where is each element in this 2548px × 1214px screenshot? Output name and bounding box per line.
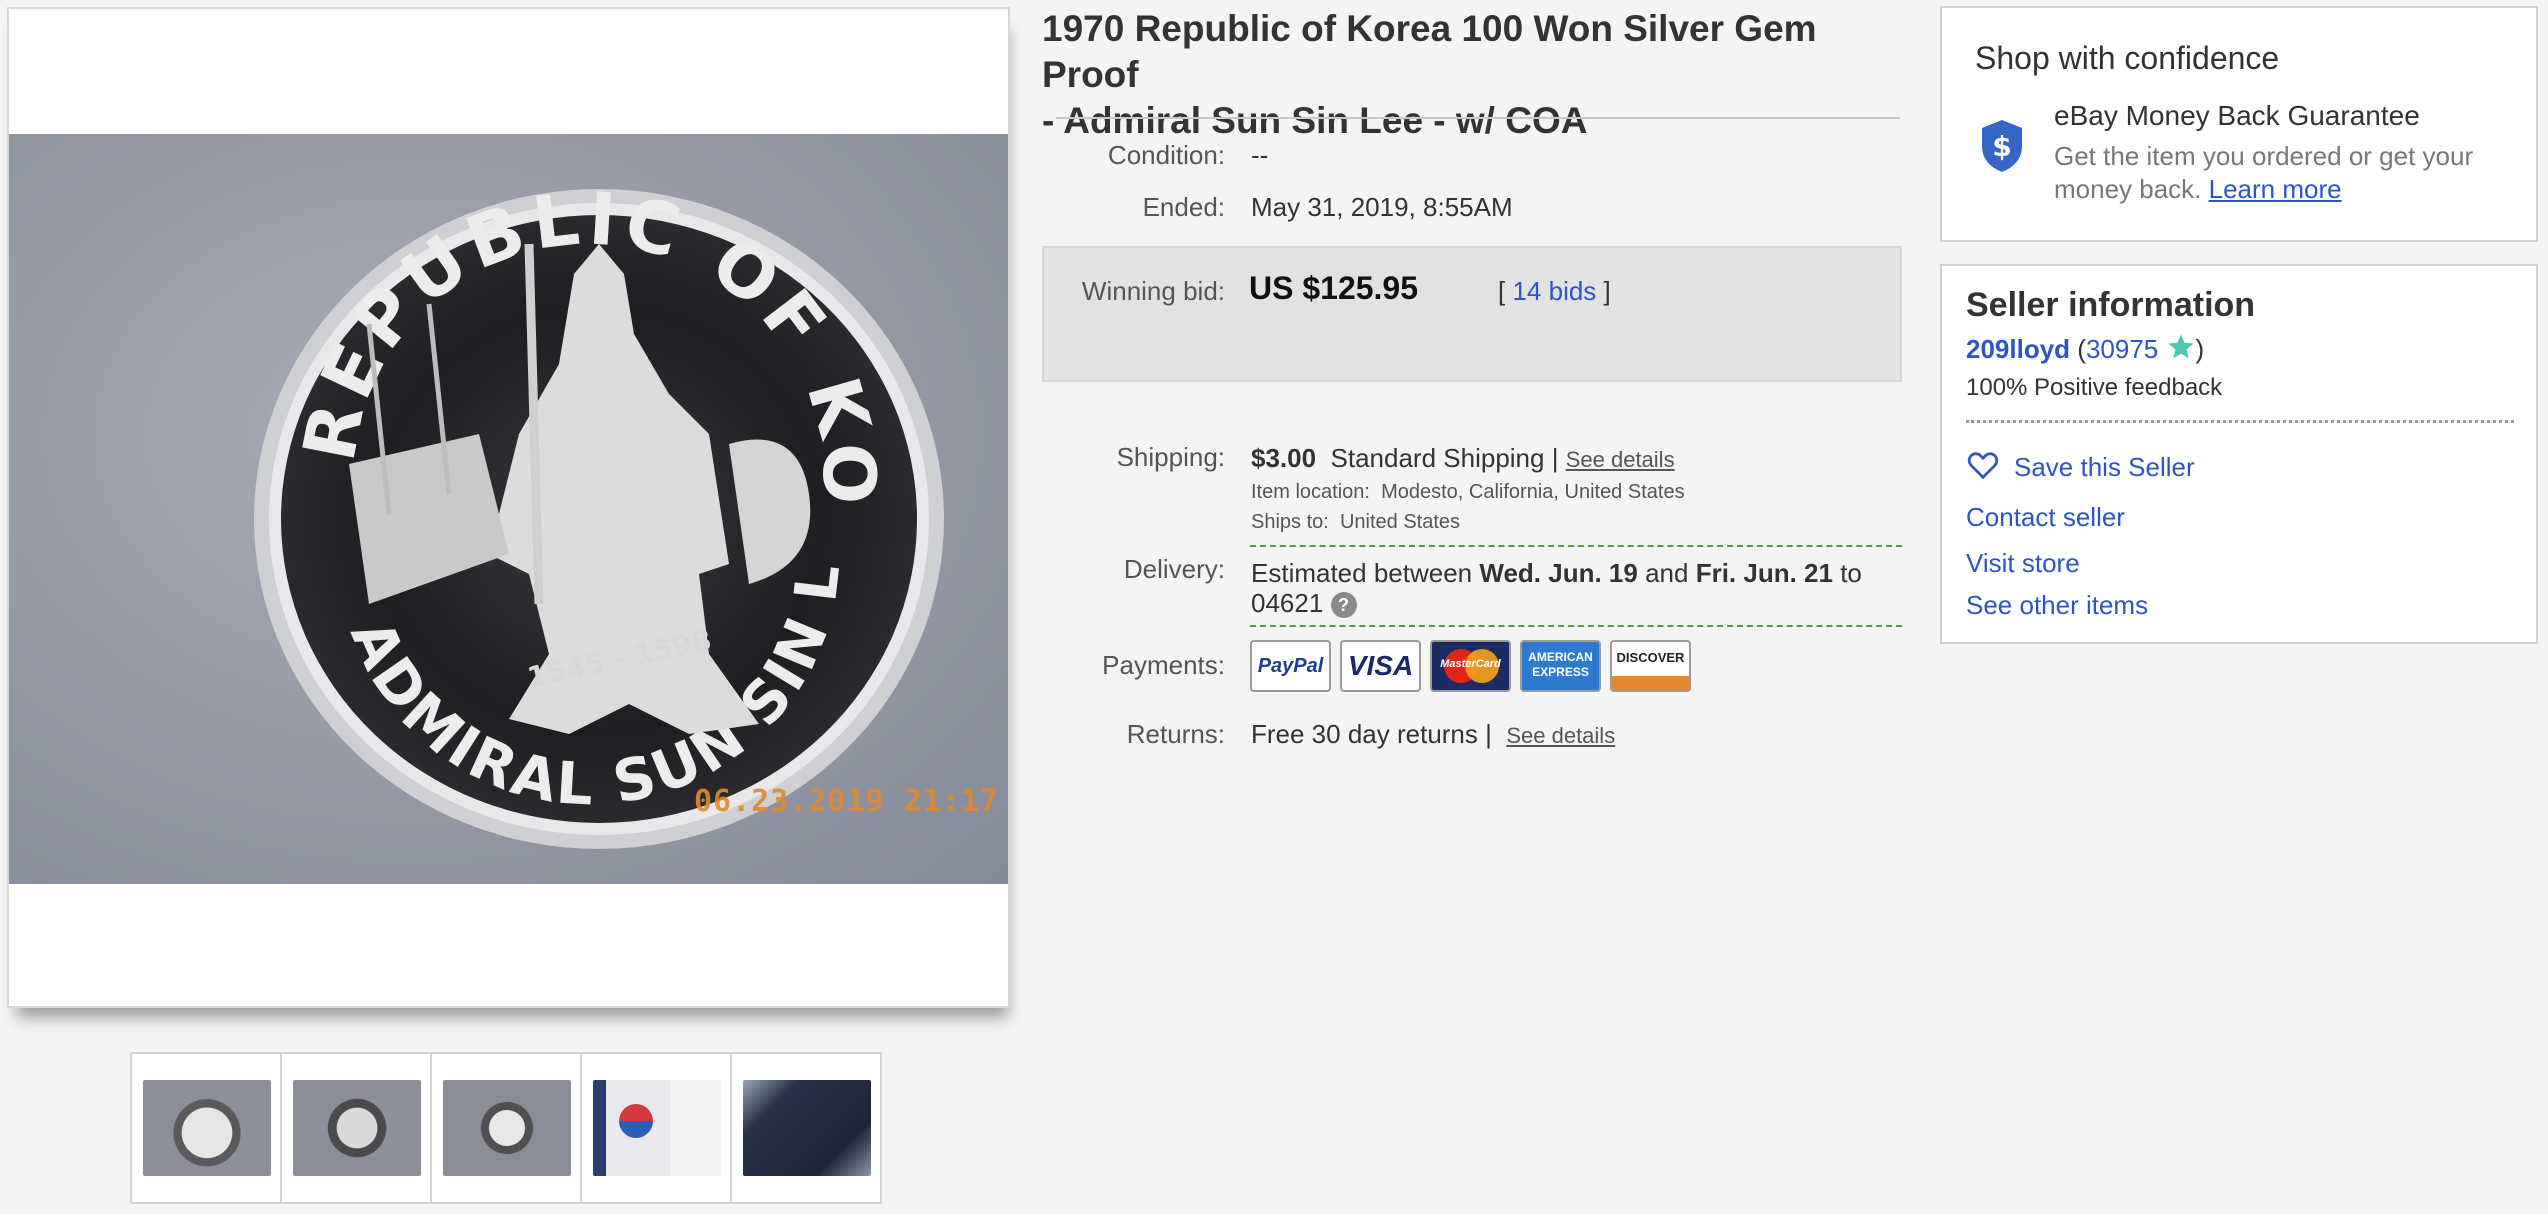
item-title-line-1: 1970 Republic of Korea 100 Won Silver Ge… <box>1042 8 1817 95</box>
returns-value: Free 30 day returns | See details <box>1251 719 1615 750</box>
confidence-title: Shop with confidence <box>1975 40 2280 76</box>
score-open-paren: ( <box>2077 334 2086 364</box>
save-seller-link[interactable]: Save this Seller <box>2014 452 2195 483</box>
discover-logo-icon: DISCOVER <box>1610 640 1691 692</box>
item-title-line-2: - Admiral Sun Sin Lee - w/ COA <box>1042 100 1588 141</box>
ended-value: May 31, 2019, 8:55AM <box>1251 192 1513 223</box>
ended-separator: , <box>1408 192 1416 222</box>
returns-policy: Free 30 day returns <box>1251 719 1478 749</box>
shipping-pipe: | <box>1551 443 1559 473</box>
visa-logo-icon: VISA <box>1340 640 1421 692</box>
discover-text: DISCOVER <box>1616 650 1685 665</box>
see-other-items-link[interactable]: See other items <box>1966 590 2148 621</box>
returns-label: Returns: <box>1126 719 1225 749</box>
delivery-to: to <box>1840 558 1862 588</box>
item-location-value: Modesto, California, United States <box>1381 481 1685 503</box>
shipping-method: Standard Shipping <box>1330 443 1545 473</box>
guarantee-text: Get the item you ordered or get your mon… <box>2054 140 2524 206</box>
star-icon <box>2168 334 2194 359</box>
delivery-end-date: Fri. Jun. 21 <box>1695 558 1833 588</box>
ships-to-label: Ships to: <box>1251 511 1329 533</box>
delivery-help-icon[interactable]: ? <box>1330 592 1357 619</box>
thumbnail-2[interactable] <box>280 1052 432 1204</box>
delivery-and: and <box>1645 558 1689 588</box>
title-divider <box>1056 117 1900 119</box>
visa-text: VISA <box>1347 650 1414 681</box>
bids-open-bracket: [ <box>1498 276 1506 306</box>
delivery-zip: 04621 <box>1251 588 1324 618</box>
bids-close-bracket: ] <box>1603 276 1611 306</box>
delivery-divider <box>1250 625 1902 627</box>
shield-glyph: $ <box>1992 130 2011 163</box>
bid-count: [ 14 bids ] <box>1498 276 1611 307</box>
item-title: 1970 Republic of Korea 100 Won Silver Ge… <box>1042 6 1902 144</box>
shipping-see-details-link[interactable]: See details <box>1566 447 1675 472</box>
thumbnail-3[interactable] <box>430 1052 582 1204</box>
returns-see-details-link[interactable]: See details <box>1506 723 1615 748</box>
shipping-cost: $3.00 <box>1251 443 1317 473</box>
mastercard-text: MasterCard <box>1440 658 1501 670</box>
guarantee-text-line2: money back. <box>2054 174 2202 204</box>
shipping-divider <box>1250 545 1902 547</box>
positive-feedback: 100% Positive feedback <box>1966 374 2223 401</box>
returns-pipe: | <box>1485 719 1492 749</box>
shield-icon: $ <box>1982 120 2022 172</box>
heart-icon[interactable] <box>1966 450 2000 480</box>
ended-label: Ended: <box>1142 192 1225 222</box>
seller-id-row: 209lloyd (30975 ) <box>1966 332 2204 365</box>
delivery-prefix: Estimated between <box>1251 558 1473 588</box>
main-image-viewer[interactable]: REPUBLIC OF KOREA ADMIRAL SUN SIN LEE 15… <box>7 7 1010 1008</box>
coin-image: REPUBLIC OF KOREA ADMIRAL SUN SIN LEE 15… <box>9 67 944 849</box>
feedback-score-link[interactable]: 30975 <box>2086 334 2158 364</box>
winning-bid-value: US $125.95 <box>1249 270 1419 306</box>
seller-divider <box>1966 420 2514 423</box>
delivery-start-date: Wed. Jun. 19 <box>1479 558 1638 588</box>
shop-with-confidence-panel: Shop with confidence $ eBay Money Back G… <box>1940 6 2538 242</box>
payments-label: Payments: <box>1102 650 1225 680</box>
paypal-logo-icon: PayPal <box>1250 640 1331 692</box>
amex-logo-icon: AMERICAN EXPRESS <box>1520 640 1601 692</box>
thumbnail-image <box>293 1080 421 1176</box>
bid-history-link[interactable]: 14 bids <box>1512 276 1596 306</box>
seller-title: Seller information <box>1966 286 2256 324</box>
seller-information-panel: Seller information 209lloyd (30975 ) 100… <box>1940 264 2538 644</box>
thumbnail-image <box>743 1080 871 1176</box>
guarantee-title: eBay Money Back Guarantee <box>2054 100 2420 131</box>
ended-time: 8:55AM <box>1423 192 1513 222</box>
winning-bid-box <box>1042 246 1902 382</box>
mastercard-logo-icon: MasterCard <box>1430 640 1511 692</box>
thumbnail-1[interactable] <box>130 1052 282 1204</box>
thumbnail-image <box>143 1080 271 1176</box>
ships-to-value: United States <box>1339 511 1461 533</box>
contact-seller-link[interactable]: Contact seller <box>1966 502 2125 533</box>
visit-store-link[interactable]: Visit store <box>1966 548 2080 579</box>
item-location-label: Item location: <box>1251 481 1370 503</box>
score-close-paren: ) <box>2195 334 2205 364</box>
delivery-label: Delivery: <box>1123 554 1225 584</box>
seller-username-link[interactable]: 209lloyd <box>1966 334 2070 364</box>
item-location: Item location: Modesto, California, Unit… <box>1251 481 1685 504</box>
thumbnail-image <box>593 1080 721 1176</box>
amex-text-line2: EXPRESS <box>1532 665 1589 679</box>
paypal-text: PayPal <box>1257 655 1324 677</box>
condition-label: Condition: <box>1107 140 1225 170</box>
ships-to: Ships to: United States <box>1251 511 1460 534</box>
winning-bid-label: Winning bid: <box>1081 276 1225 306</box>
thumbnail-5[interactable] <box>730 1052 882 1204</box>
amex-text-line1: AMERICAN <box>1528 650 1593 664</box>
ended-date: May 31, 2019 <box>1251 192 1409 222</box>
thumbnail-image <box>443 1080 571 1176</box>
main-item-photo[interactable]: REPUBLIC OF KOREA ADMIRAL SUN SIN LEE 15… <box>9 67 1008 884</box>
guarantee-text-line1: Get the item you ordered or get your <box>2054 141 2474 171</box>
learn-more-link[interactable]: Learn more <box>2209 174 2342 204</box>
shipping-label: Shipping: <box>1116 442 1225 472</box>
condition-value: -- <box>1251 140 1269 170</box>
delivery-estimate: Estimated between Wed. Jun. 19 and Fri. … <box>1251 558 1901 619</box>
thumbnail-4[interactable] <box>580 1052 732 1204</box>
photo-date-stamp: 06.23.2019 21:17 <box>694 784 999 819</box>
shipping-value: $3.00 Standard Shipping | See details <box>1251 443 1675 474</box>
